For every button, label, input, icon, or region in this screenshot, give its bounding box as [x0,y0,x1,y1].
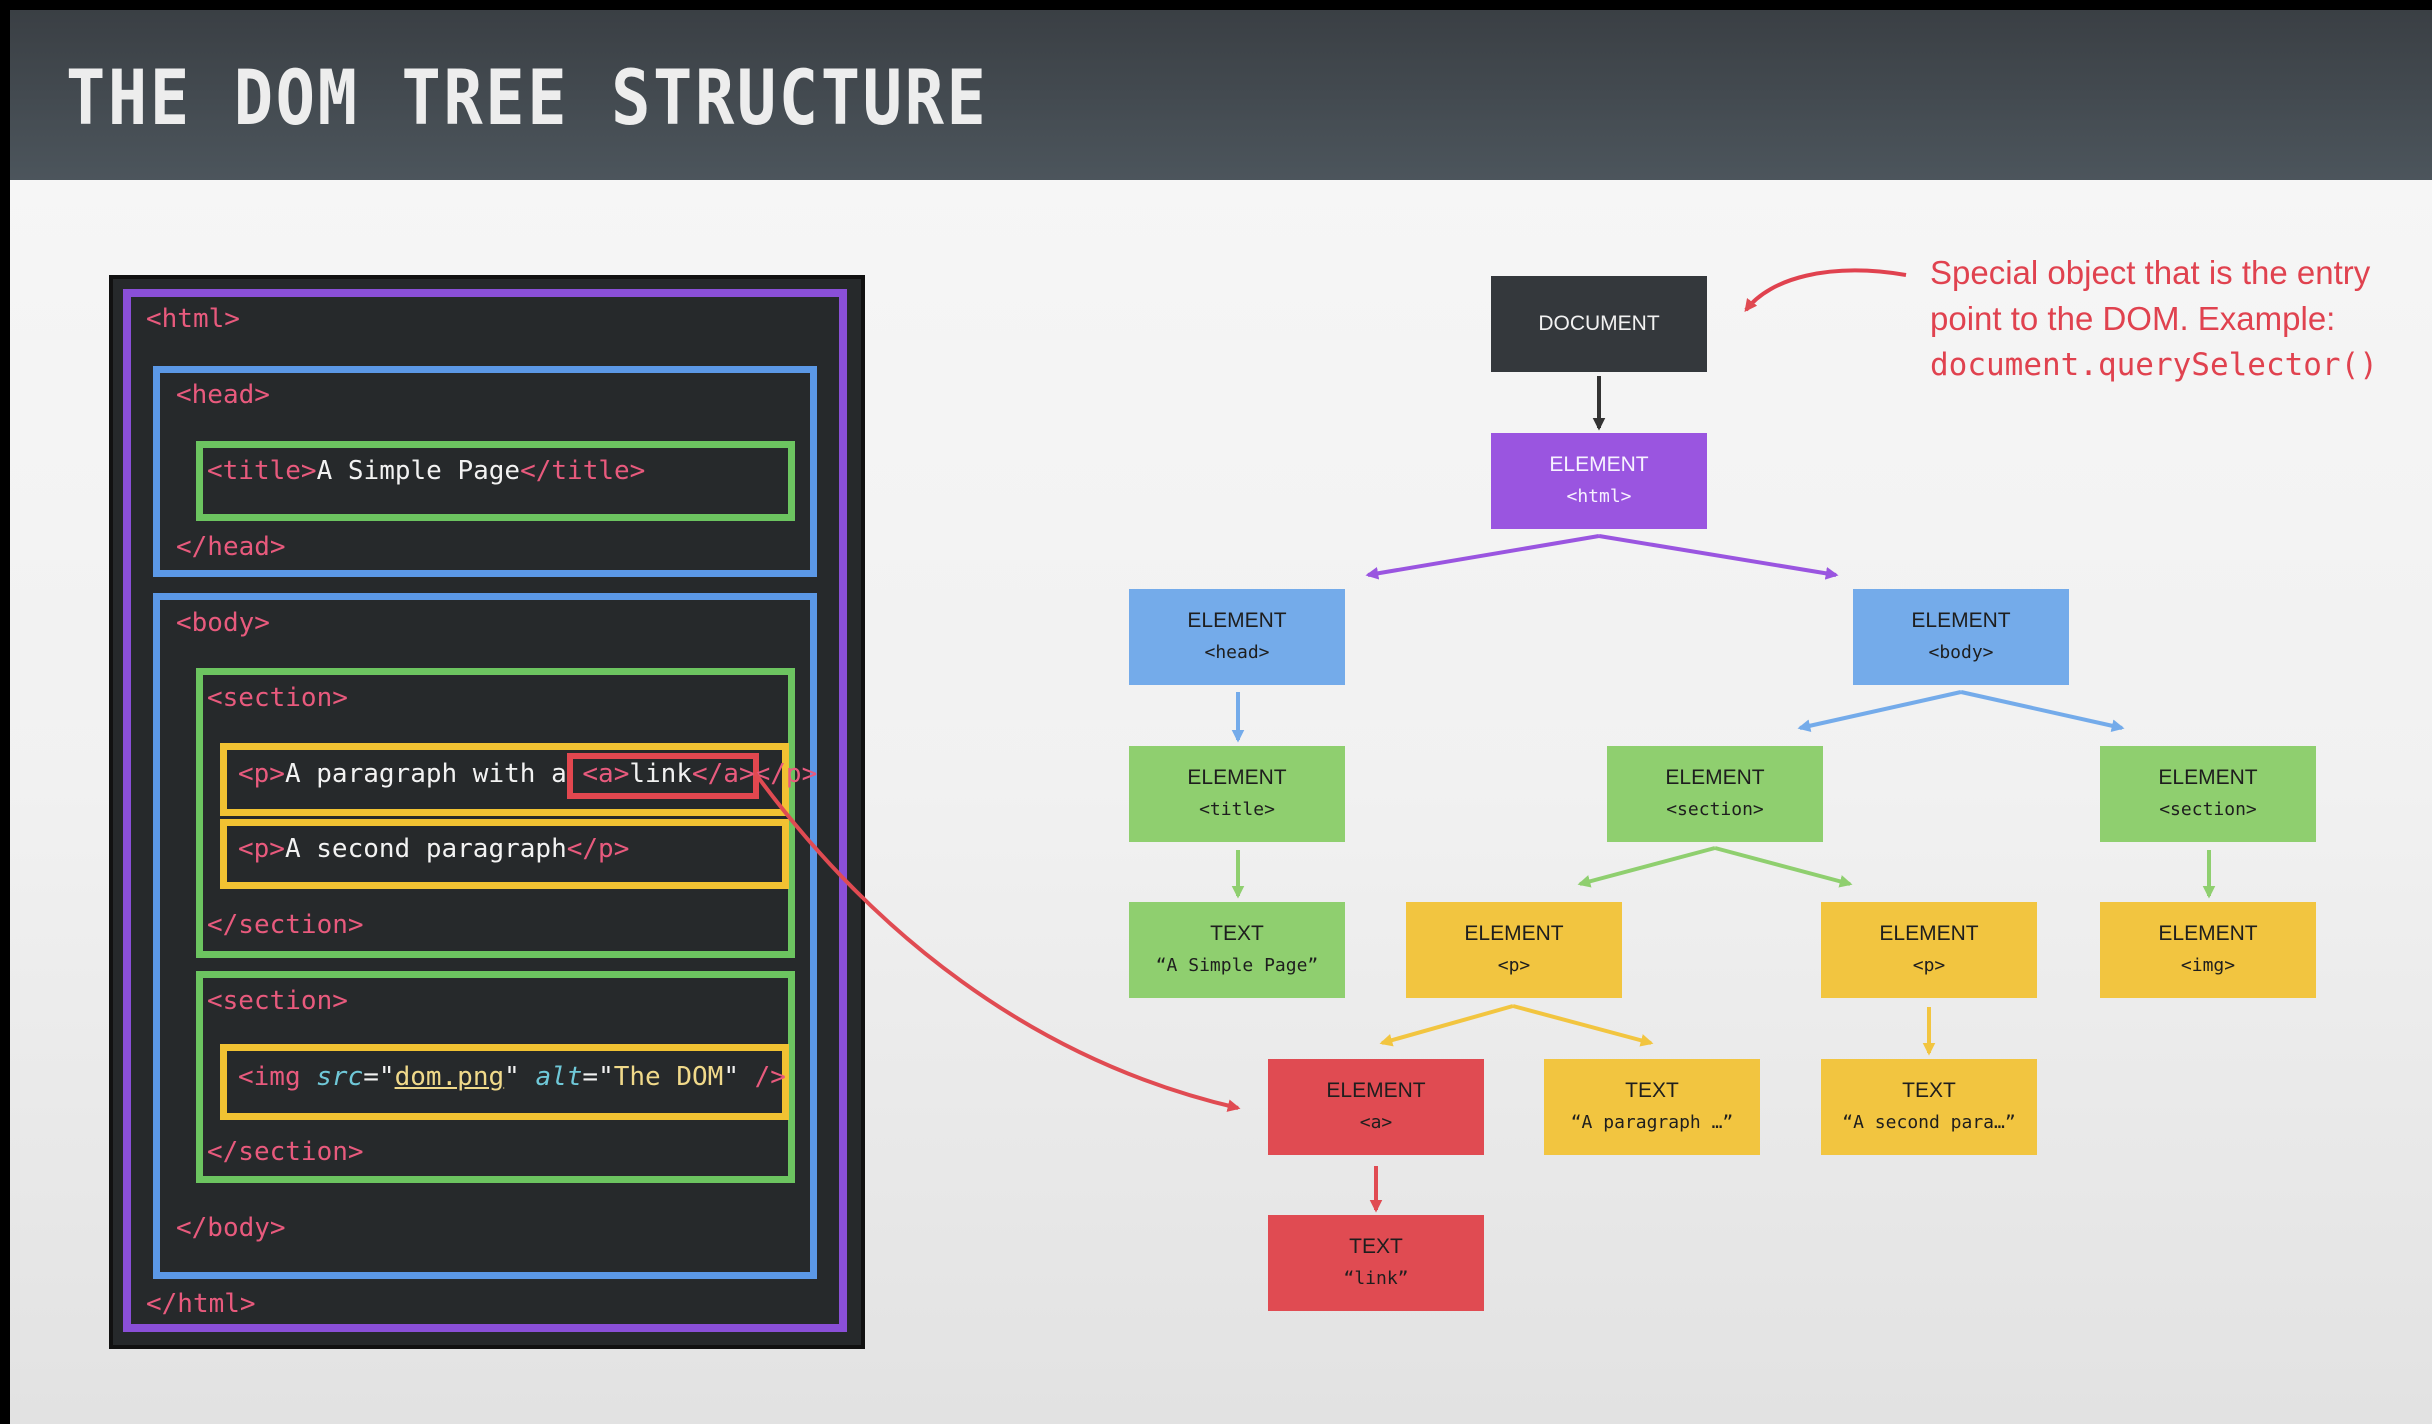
node-type: ELEMENT [1879,922,1979,945]
node-type: ELEMENT [1464,922,1564,945]
node-type: TEXT [1625,1079,1679,1102]
node-subtitle: <html> [1566,486,1632,507]
node-subtitle: “A second para…” [1842,1112,2016,1133]
node-type: DOCUMENT [1538,312,1660,335]
node-body: ELEMENT <body> [1853,589,2069,685]
node-subtitle: <head> [1204,642,1270,663]
node-subtitle: <title> [1199,799,1275,820]
node-type: ELEMENT [1187,609,1287,632]
arrow-body-section1 [1797,690,1962,733]
node-img: ELEMENT <img> [2100,902,2316,998]
node-type: ELEMENT [1665,766,1765,789]
node-type: TEXT [1349,1235,1403,1258]
node-title-text: TEXT “A Simple Page” [1129,902,1345,998]
node-section-1: ELEMENT <section> [1607,746,1823,842]
arrow-html-head [1365,534,1600,580]
node-subtitle: <section> [2159,799,2257,820]
node-type: ELEMENT [1911,609,2011,632]
node-document: DOCUMENT [1491,276,1707,372]
node-type: ELEMENT [2158,766,2258,789]
node-subtitle: “A paragraph …” [1570,1112,1734,1133]
node-type: ELEMENT [1187,766,1287,789]
arrow-body-section2 [1960,690,2125,733]
arrow-p1-text [1512,1004,1654,1047]
arrow-section1-p1 [1577,846,1716,888]
node-p1-text: TEXT “A paragraph …” [1544,1059,1760,1155]
node-html: ELEMENT <html> [1491,433,1707,529]
node-type: TEXT [1902,1079,1956,1102]
arrow-html-body [1598,534,1839,580]
node-type: ELEMENT [2158,922,2258,945]
node-section-2: ELEMENT <section> [2100,746,2316,842]
node-subtitle: <p> [1912,955,1946,976]
arrow-section1-p2 [1714,846,1853,888]
node-subtitle: <section> [1666,799,1764,820]
node-type: TEXT [1210,922,1264,945]
node-type: ELEMENT [1326,1079,1426,1102]
node-a: ELEMENT <a> [1268,1059,1484,1155]
node-subtitle: <img> [2180,955,2236,976]
node-p2-text: TEXT “A second para…” [1821,1059,2037,1155]
tree-connectors [753,268,2216,1213]
node-subtitle: “A Simple Page” [1155,955,1319,976]
node-p-1: ELEMENT <p> [1406,902,1622,998]
slide: The DOM Tree Structure <html> <head> <ti… [10,10,2432,1424]
node-subtitle: <p> [1497,955,1531,976]
arrow-note-to-document [1744,268,1907,313]
node-a-text: TEXT “link” [1268,1215,1484,1311]
annotation-text: Special object that is the entry point t… [1930,254,2371,337]
node-title: ELEMENT <title> [1129,746,1345,842]
node-type: ELEMENT [1549,453,1649,476]
document-annotation: Special object that is the entry point t… [1930,250,2430,388]
node-subtitle: “link” [1343,1268,1409,1289]
node-subtitle: <a> [1359,1112,1393,1133]
arrow-p1-a [1379,1004,1514,1047]
node-head: ELEMENT <head> [1129,589,1345,685]
annotation-code: document.querySelector() [1930,347,2378,383]
node-subtitle: <body> [1928,642,1994,663]
node-p-2: ELEMENT <p> [1821,902,2037,998]
